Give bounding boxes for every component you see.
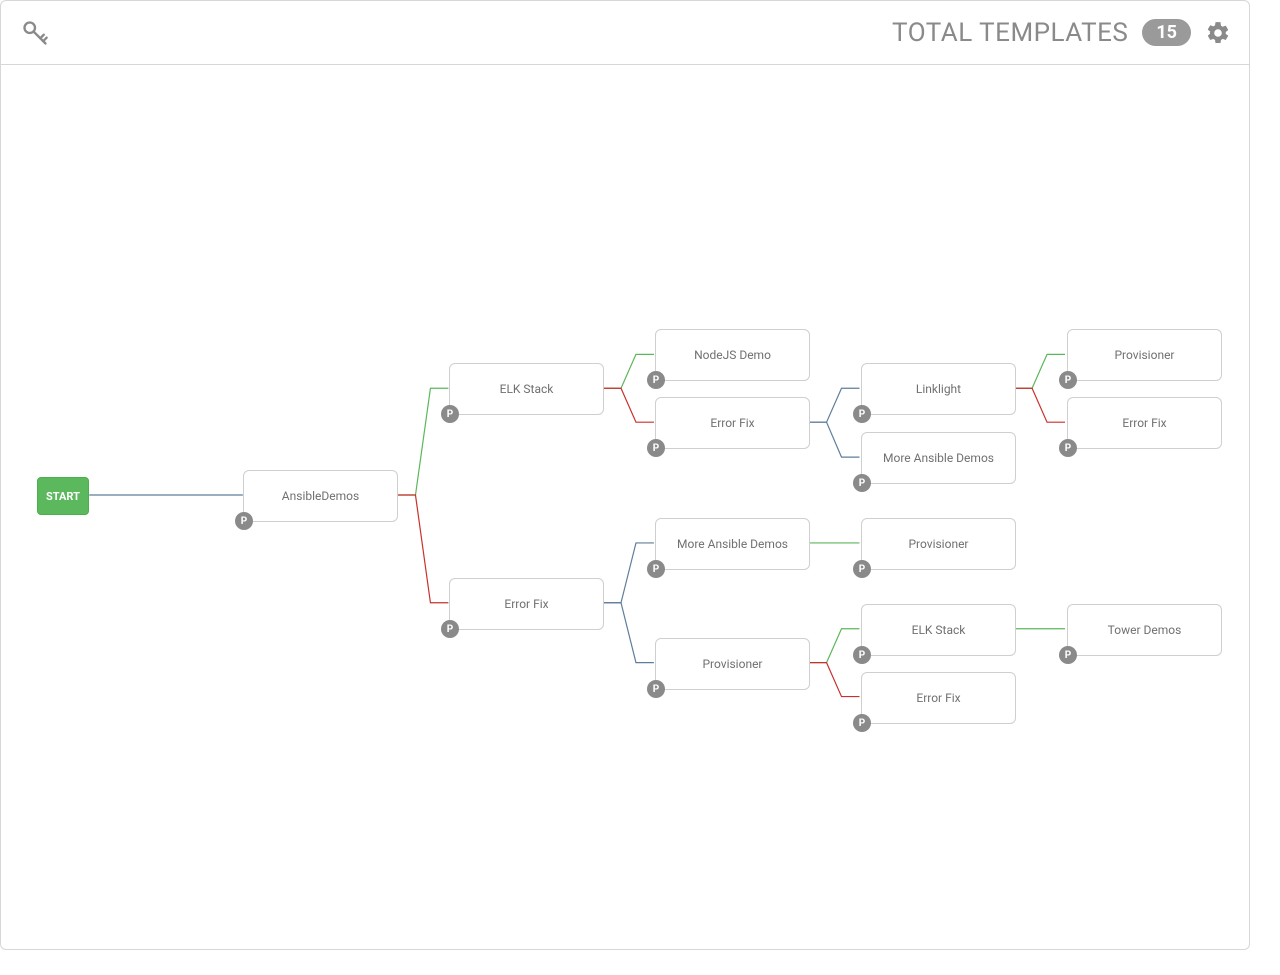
- workflow-node[interactable]: AnsibleDemos: [243, 470, 398, 522]
- node-label: More Ansible Demos: [677, 537, 788, 551]
- prompt-badge: P: [647, 371, 665, 389]
- node-label: Provisioner: [908, 537, 968, 551]
- prompt-badge: P: [647, 560, 665, 578]
- prompt-badge: P: [441, 405, 459, 423]
- prompt-badge: P: [853, 560, 871, 578]
- node-label: ELK Stack: [912, 623, 966, 637]
- workflow-node[interactable]: Provisioner: [655, 638, 810, 690]
- node-label: Provisioner: [1114, 348, 1174, 362]
- workflow-node[interactable]: Provisioner: [1067, 329, 1222, 381]
- workflow-node[interactable]: More Ansible Demos: [655, 518, 810, 570]
- start-node[interactable]: START: [37, 477, 89, 515]
- start-label: START: [46, 490, 80, 503]
- node-label: Error Fix: [1122, 416, 1166, 430]
- prompt-badge: P: [853, 714, 871, 732]
- node-label: More Ansible Demos: [883, 451, 994, 465]
- node-label: Linklight: [916, 382, 961, 396]
- workflow-node[interactable]: Error Fix: [449, 578, 604, 630]
- prompt-badge: P: [1059, 371, 1077, 389]
- workflow-node[interactable]: Linklight: [861, 363, 1016, 415]
- node-label: Tower Demos: [1108, 623, 1182, 637]
- key-icon[interactable]: [21, 19, 49, 47]
- workflow-node[interactable]: More Ansible Demos: [861, 432, 1016, 484]
- workflow-node[interactable]: Error Fix: [861, 672, 1016, 724]
- prompt-badge: P: [647, 680, 665, 698]
- total-templates-label: TOTAL TEMPLATES: [892, 18, 1128, 48]
- workflow-node[interactable]: NodeJS Demo: [655, 329, 810, 381]
- prompt-badge: P: [853, 405, 871, 423]
- workflow-node[interactable]: Error Fix: [1067, 397, 1222, 449]
- workflow-node[interactable]: Provisioner: [861, 518, 1016, 570]
- prompt-badge: P: [853, 474, 871, 492]
- workflow-links: [1, 65, 1249, 949]
- prompt-badge: P: [1059, 439, 1077, 457]
- prompt-badge: P: [647, 439, 665, 457]
- workflow-node[interactable]: ELK Stack: [449, 363, 604, 415]
- total-templates-count: 15: [1142, 19, 1191, 46]
- workflow-node[interactable]: Error Fix: [655, 397, 810, 449]
- node-label: ELK Stack: [500, 382, 554, 396]
- workflow-panel: TOTAL TEMPLATES 15 START AnsibleDemos P EL…: [0, 0, 1250, 950]
- node-label: Error Fix: [504, 597, 548, 611]
- prompt-badge: P: [235, 512, 253, 530]
- gear-icon[interactable]: [1205, 20, 1231, 46]
- node-label: AnsibleDemos: [282, 489, 359, 503]
- prompt-badge: P: [441, 620, 459, 638]
- prompt-badge: P: [1059, 646, 1077, 664]
- topbar: TOTAL TEMPLATES 15: [1, 1, 1249, 65]
- workflow-canvas[interactable]: START AnsibleDemos P ELK Stack P Error Fix P N…: [1, 65, 1249, 949]
- node-label: Error Fix: [710, 416, 754, 430]
- workflow-node[interactable]: Tower Demos: [1067, 604, 1222, 656]
- workflow-node[interactable]: ELK Stack: [861, 604, 1016, 656]
- node-label: Error Fix: [916, 691, 960, 705]
- prompt-badge: P: [853, 646, 871, 664]
- node-label: NodeJS Demo: [694, 348, 771, 362]
- node-label: Provisioner: [702, 657, 762, 671]
